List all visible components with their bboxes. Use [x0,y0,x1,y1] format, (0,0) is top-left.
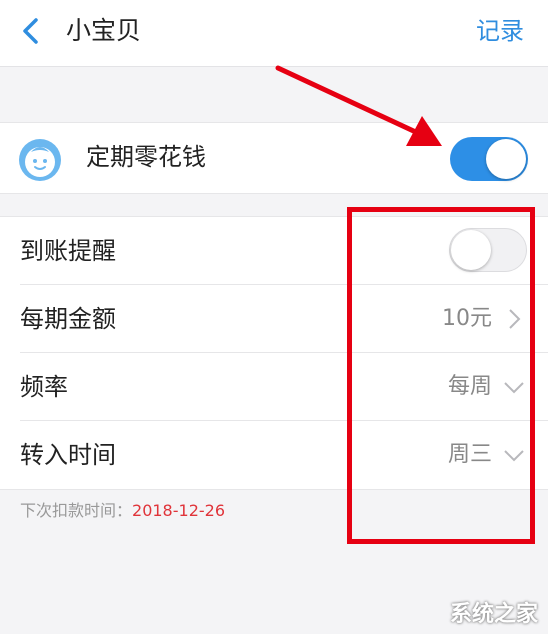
annotation-arrow-icon [275,65,442,146]
record-button[interactable]: 记录 [476,12,524,50]
reminder-label: 到账提醒 [20,237,116,265]
back-arrow-icon[interactable] [16,16,46,46]
frequency-label: 频率 [20,373,68,401]
page-title: 小宝贝 [66,16,142,45]
highlight-box [347,207,535,544]
nav-bar: 小宝贝 记录 [0,0,548,67]
allowance-toggle[interactable] [450,137,528,181]
watermark-logo: 系统之家 [449,602,538,627]
next-deduction-date: 2018-12-26 [132,501,225,520]
transfer-time-label: 转入时间 [20,441,116,469]
note-prefix: 下次扣款时间： [20,501,133,520]
amount-label: 每期金额 [20,305,116,333]
baby-face-icon [19,139,61,181]
next-deduction-note: 下次扣款时间：2018-12-26 [20,500,225,522]
toggle-knob [486,139,526,179]
allowance-label: 定期零花钱 [86,143,206,171]
